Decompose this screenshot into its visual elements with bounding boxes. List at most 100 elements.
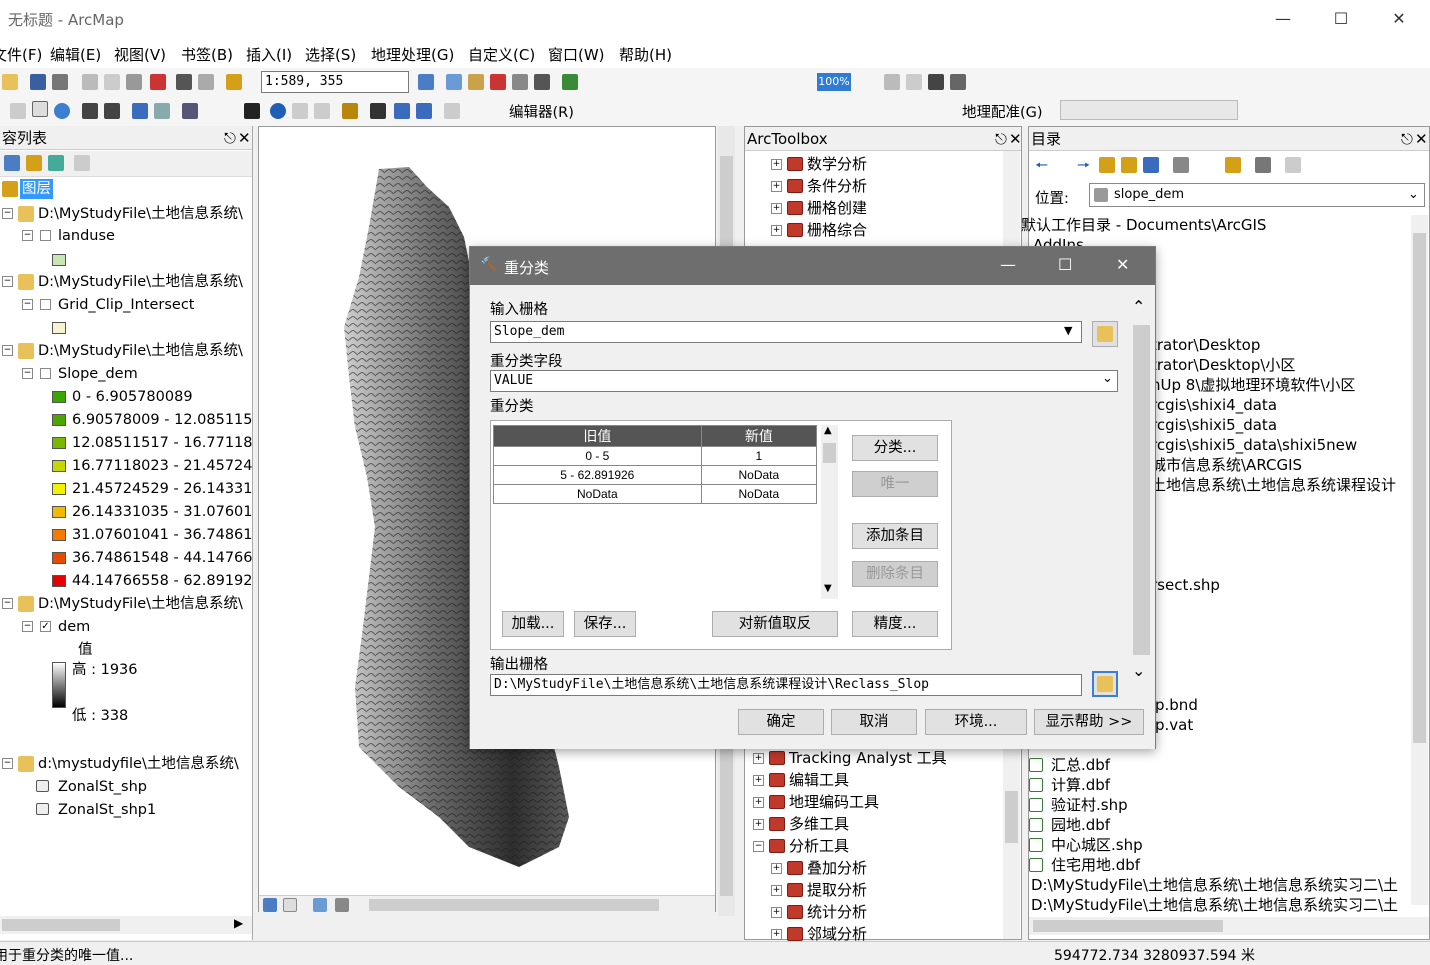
toggle-contents-icon[interactable] (1255, 157, 1271, 173)
data-view-icon[interactable] (906, 74, 922, 90)
table-icon[interactable] (446, 74, 462, 90)
hyperlink-icon[interactable] (292, 103, 308, 119)
pin-icon[interactable]: ⎋ (995, 127, 1007, 151)
layer-checkbox[interactable] (40, 368, 51, 379)
reclass-table[interactable]: 旧值 新值 0 - 51 5 - 62.891926 NoData NoData No… (493, 425, 818, 504)
forward-extent-icon[interactable] (154, 103, 170, 119)
time-slider-icon[interactable] (444, 103, 460, 119)
layer-checkbox[interactable] (40, 230, 51, 241)
toc-hscrollbar[interactable]: ▶ (0, 916, 252, 934)
chevron-down-icon[interactable]: ⌄ (1132, 661, 1145, 680)
refresh-icon[interactable] (950, 74, 966, 90)
output-raster-field[interactable]: D:\MyStudyFile\土地信息系统\土地信息系统课程设计\Reclass… (490, 674, 1082, 696)
find-route-icon[interactable] (394, 103, 410, 119)
layer-checkbox-checked[interactable]: ✓ (40, 621, 51, 632)
forward-icon[interactable]: 🠖 (1077, 155, 1090, 180)
identify-icon[interactable] (270, 103, 286, 119)
pin-icon[interactable]: ⎋ (224, 126, 236, 150)
expand-icon[interactable]: + (771, 863, 782, 874)
expand-icon[interactable]: + (753, 775, 764, 786)
expand-icon[interactable]: + (771, 203, 782, 214)
add-entry-button[interactable]: 添加条目 (852, 523, 938, 549)
expand-icon[interactable]: + (771, 885, 782, 896)
layer-checkbox[interactable] (40, 299, 51, 310)
paste-icon[interactable] (126, 74, 142, 90)
menu-help[interactable]: 帮助(H) (619, 44, 672, 65)
new-value[interactable]: NoData (700, 484, 818, 504)
catalog-item[interactable]: 住宅用地.dbf (1029, 855, 1140, 875)
catalog-item[interactable]: p.vat (1155, 715, 1193, 735)
back-extent-icon[interactable] (132, 103, 148, 119)
pan-icon[interactable] (32, 101, 48, 117)
new-value[interactable]: NoData (700, 465, 818, 485)
back-icon[interactable]: 🠔 (1035, 155, 1048, 180)
old-value[interactable]: 0 - 5 (493, 446, 702, 466)
catalog-item[interactable]: 默认工作目录 - Documents\ArcGIS (1021, 215, 1266, 235)
menu-edit[interactable]: 编辑(E) (50, 44, 101, 65)
menu-customize[interactable]: 自定义(C) (468, 44, 535, 65)
georeferencing-menu[interactable]: 地理配准(G) (962, 101, 1043, 122)
print-icon[interactable] (52, 74, 68, 90)
editor-toolbar-icon[interactable] (418, 74, 434, 90)
home-folder-icon[interactable] (1121, 157, 1137, 173)
chevron-up-icon[interactable]: ⌃ (1132, 297, 1145, 316)
catalog-item[interactable]: 土地信息系统\土地信息系统课程设计 (1151, 475, 1396, 495)
catalog-item[interactable]: D:\MyStudyFile\土地信息系统\土地信息系统实习二\土 (1031, 895, 1398, 915)
menu-windows[interactable]: 窗口(W) (548, 44, 605, 65)
select-elements-icon[interactable] (244, 103, 260, 119)
find-icon[interactable] (370, 103, 386, 119)
menu-view[interactable]: 视图(V) (114, 44, 166, 65)
unique-button[interactable]: 唯一 (852, 471, 938, 497)
table-vscrollbar[interactable]: ▲ ▼ (821, 425, 838, 599)
new-folder-icon[interactable] (1225, 157, 1241, 173)
view-menu-icon[interactable] (1173, 157, 1189, 173)
html-popup-icon[interactable] (314, 103, 330, 119)
pause-drawing-icon[interactable] (335, 898, 349, 912)
dialog-maximize-button[interactable]: ☐ (1058, 255, 1072, 274)
expand-icon[interactable]: − (753, 841, 764, 852)
redo-icon[interactable] (198, 74, 214, 90)
save-button[interactable]: 保存... (574, 611, 636, 637)
zoom-combo[interactable]: 100% (817, 73, 851, 91)
ok-button[interactable]: 确定 (738, 709, 824, 735)
select-features-icon[interactable] (182, 103, 198, 119)
classify-button[interactable]: 分类... (852, 435, 938, 461)
catalog-item[interactable]: trator\Desktop\小区 (1151, 355, 1295, 375)
dialog-vscrollbar[interactable]: ⌃ ⌄ (1130, 297, 1152, 693)
location-combo[interactable]: slope_dem ⌄ (1089, 183, 1425, 207)
expand-icon[interactable]: + (771, 159, 782, 170)
new-value[interactable]: 1 (700, 446, 818, 466)
expand-icon[interactable]: + (771, 225, 782, 236)
add-data-icon[interactable] (226, 74, 242, 90)
expand-icon[interactable]: + (753, 753, 764, 764)
chevron-down-icon[interactable]: ▼ (1064, 324, 1072, 337)
refresh-view-icon[interactable] (313, 898, 327, 912)
input-raster-combo[interactable]: Slope_dem (490, 321, 1082, 343)
catalog-item[interactable]: D:\MyStudyFile\土地信息系统\土地信息系统实习二\土 (1031, 875, 1398, 895)
old-value[interactable]: 5 - 62.891926 (493, 465, 702, 485)
georef-layer-combo[interactable] (1060, 100, 1238, 120)
copy-icon[interactable] (104, 74, 120, 90)
expand-icon[interactable]: + (753, 819, 764, 830)
fixed-zoom-out-icon[interactable] (104, 103, 120, 119)
environments-button[interactable]: 环境... (925, 709, 1027, 735)
catalog-hscrollbar[interactable] (1029, 917, 1429, 935)
toolbox-close-icon[interactable]: ✕ (1009, 127, 1022, 151)
full-extent-icon[interactable] (54, 103, 70, 119)
layout-view-button-icon[interactable] (263, 898, 277, 912)
fixed-zoom-in-icon[interactable] (82, 103, 98, 119)
catalog-item[interactable]: rsect.shp (1151, 575, 1220, 595)
list-by-source-icon[interactable] (26, 155, 42, 171)
menu-insert[interactable]: 插入(I) (246, 44, 292, 65)
old-value[interactable]: NoData (493, 484, 702, 504)
dialog-minimize-button[interactable]: — (1000, 255, 1016, 274)
measure-icon[interactable] (342, 103, 358, 119)
menu-bookmarks[interactable]: 书签(B) (181, 44, 233, 65)
catalog-close-icon[interactable]: ✕ (1415, 127, 1428, 151)
browse-output-button[interactable] (1092, 671, 1118, 697)
precision-button[interactable]: 精度... (852, 611, 938, 637)
expand-icon[interactable]: + (771, 907, 782, 918)
minimize-button[interactable]: — (1260, 0, 1306, 38)
chevron-down-icon[interactable]: ⌄ (1102, 371, 1113, 386)
delete-entry-button[interactable]: 删除条目 (852, 561, 938, 587)
